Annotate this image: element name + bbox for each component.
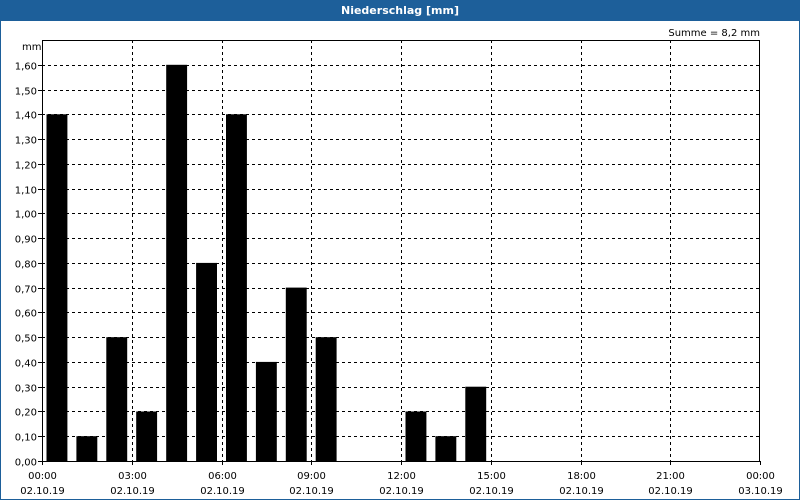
y-tick-label: 0,00 [15,458,37,469]
x-tick-date-label: 02.10.19 [200,486,245,497]
y-tick-label: 1,50 [15,87,37,98]
y-tick-label: 0,30 [15,384,37,395]
y-tick-label: 0,20 [15,408,37,419]
x-tick-labels: 00:00 02.10.19 03:00 02.10.19 06:00 02.10.19 0… [20,471,783,497]
x-tick-date-label: 02.10.19 [289,486,334,497]
y-tick-label: 1,30 [15,136,37,147]
precipitation-bar [465,386,487,461]
y-tick-label: 0,10 [15,433,37,444]
y-tick-label: 0,90 [15,235,37,246]
x-tick-time-label: 03:00 [118,471,147,482]
x-tick-date-label: 02.10.19 [648,486,693,497]
axes [38,40,761,465]
precipitation-bar [46,114,68,462]
precipitation-bar [196,262,217,461]
x-tick-time-label: 15:00 [477,471,506,482]
precipitation-chart: mm Summe = 8,2 mm 0,000,100,200,300,400,… [15,28,783,497]
x-tick-date-label: 02.10.19 [379,486,424,497]
precipitation-bar [226,114,247,462]
y-tick-label: 0,50 [15,334,37,345]
precipitation-bar [136,411,158,461]
x-tick-date-label: 02.10.19 [20,486,65,497]
x-tick-time-label: 00:00 [28,471,57,482]
y-tick-labels: 0,00 0,10 0,20 0,30 0,40 0,50 0,60 0,70 0,80 0,90… [15,62,37,469]
grid-lines [42,40,760,461]
precipitation-bar [285,287,307,461]
y-axis-unit-label: mm [22,42,41,53]
y-tick-label: 0,80 [15,260,37,271]
x-tick-date-label: 03.10.19 [738,486,783,497]
precipitation-bar [255,361,277,461]
precipitation-bar [315,337,337,461]
y-tick-label: 1,60 [15,62,37,73]
x-tick-date-label: 02.10.19 [469,486,514,497]
y-tick-label: 0,40 [15,359,37,370]
precipitation-bar [76,436,98,461]
bar-series [46,64,487,462]
y-tick-label: 0,70 [15,285,37,296]
x-tick-time-label: 18:00 [567,471,596,482]
y-tick-label: 0,60 [15,309,37,320]
precipitation-bar [435,436,457,461]
x-tick-date-label: 02.10.19 [110,486,155,497]
precipitation-bar [106,337,128,461]
x-tick-time-label: 00:00 [746,471,775,482]
y-tick-label: 1,40 [15,111,37,122]
y-tick-label: 1,10 [15,186,37,197]
x-tick-time-label: 21:00 [656,471,685,482]
x-tick-time-label: 12:00 [387,471,416,482]
x-tick-time-label: 06:00 [208,471,237,482]
precipitation-bar [166,64,188,462]
x-tick-time-label: 09:00 [297,471,326,482]
precipitation-bar [405,411,427,461]
y-tick-label: 1,00 [15,210,37,221]
sum-label: Summe = 8,2 mm [668,28,760,39]
x-tick-date-label: 02.10.19 [559,486,604,497]
y-tick-label: 1,20 [15,161,37,172]
